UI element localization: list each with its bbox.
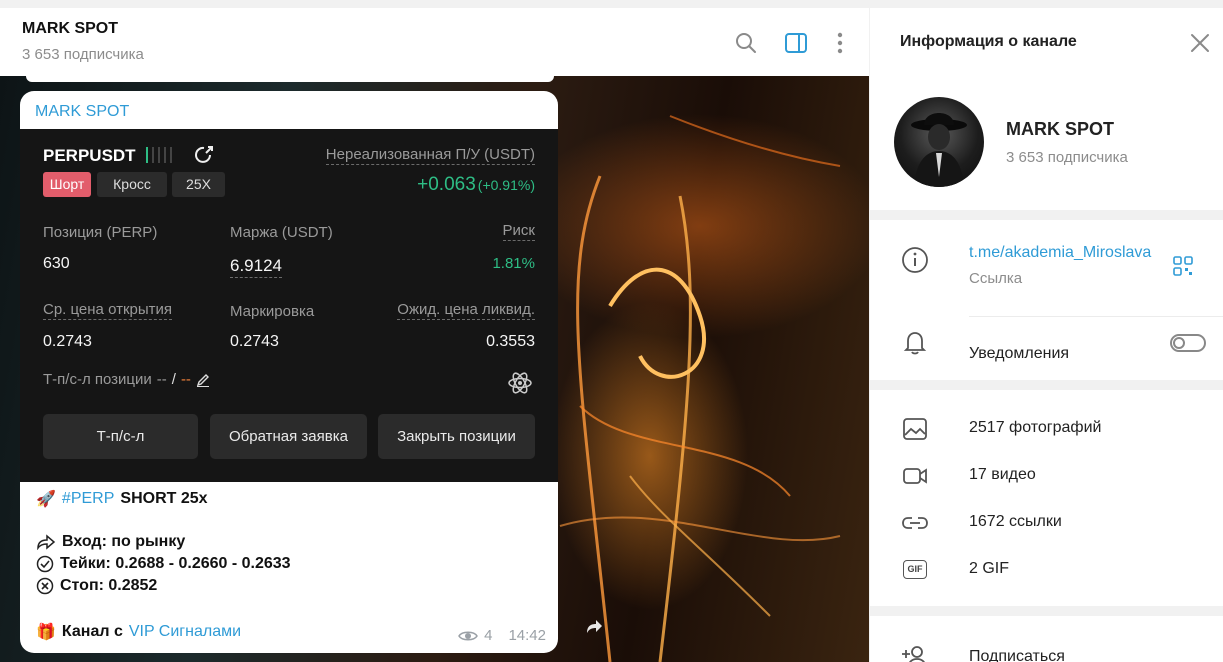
channel-promo-line: 🎁 Канал с VIP Сигналами (36, 622, 241, 642)
view-count: 4 (484, 627, 493, 644)
margin-label: Маржа (USDT) (230, 224, 333, 241)
mark-price-label: Маркировка (230, 303, 315, 320)
takes-line: Тейки: 0.2688 - 0.2660 - 0.2633 (36, 555, 291, 573)
more-vertical-icon[interactable] (827, 30, 853, 56)
tpsl-button[interactable]: Т-п/с-л (43, 414, 198, 459)
forward-icon[interactable] (584, 617, 604, 637)
channel-info-panel: Информация о канале MARK SPOT 3 653 подп… (870, 8, 1223, 662)
stop-line: Стоп: 0.2852 (36, 577, 157, 595)
arrow-right-icon (37, 534, 56, 550)
add-user-icon (902, 646, 926, 662)
atom-icon (508, 372, 532, 394)
subscribe-button[interactable]: Подписаться (969, 648, 1065, 662)
risk-value: 1.81% (492, 255, 535, 272)
mark-price-value: 0.2743 (230, 333, 279, 350)
pnl-value-group: +0.063 (+0.91%) (417, 174, 535, 196)
subscribe-section: Подписаться (870, 616, 1223, 662)
symbol-label: PERPUSDT (43, 146, 136, 165)
margin-mode-badge: Кросс (97, 172, 167, 197)
video-icon (903, 468, 927, 484)
notifications-toggle[interactable] (1170, 334, 1206, 352)
liquidation-price-label: Ожид. цена ликвид. (397, 301, 535, 320)
channel-subscriber-count: 3 653 подписчика (1006, 149, 1128, 166)
tpsl-label: Т-п/с-л позиции (43, 371, 152, 388)
previous-message-bubble-edge (26, 76, 554, 82)
channel-avatar[interactable] (894, 97, 984, 187)
search-icon[interactable] (733, 30, 759, 56)
toggle-knob (1173, 337, 1185, 349)
liquidation-price-value: 0.3553 (486, 333, 535, 350)
link-icon (902, 517, 928, 529)
qr-code-icon[interactable] (1172, 255, 1194, 277)
position-card-image[interactable]: PERPUSDT Нереализованная П/У (USDT) +0.0… (20, 129, 558, 482)
risk-label: Риск (502, 222, 535, 241)
tpsl-row: Т-п/с-л позиции -- / -- (43, 371, 210, 388)
channel-link[interactable]: t.me/akademia_Miroslava (969, 244, 1151, 262)
message-time: 14:42 (508, 627, 546, 644)
stop-text: Стоп: 0.2852 (60, 577, 158, 594)
gif-icon: GIF (903, 560, 927, 579)
bell-icon (903, 332, 927, 355)
position-label: Позиция (PERP) (43, 224, 158, 241)
videos-count[interactable]: 17 видео (969, 466, 1036, 484)
leverage-badge: 25X (172, 172, 225, 197)
side-badge: Шорт (43, 172, 91, 197)
cross-circle-icon (36, 577, 54, 595)
channel-promo-prefix: Канал с (61, 623, 123, 640)
chat-title[interactable]: MARK SPOT (22, 20, 118, 38)
pnl-value: +0.063 (417, 174, 476, 195)
signal-line: 🚀 #PERP SHORT 25x (36, 489, 208, 509)
position-value: 630 (43, 255, 70, 272)
entry-text: Вход: по рынку (62, 533, 186, 550)
check-circle-icon (36, 555, 54, 573)
tpsl-value-stop: -- (180, 371, 191, 388)
light-bulb-filament-image (559, 115, 841, 662)
info-details-section: t.me/akademia_Miroslava Ссылка Уведомлен… (870, 220, 1223, 380)
photos-count[interactable]: 2517 фотографий (969, 419, 1101, 437)
chat-header: MARK SPOT 3 653 подписчика (0, 8, 869, 76)
channel-link-caption: Ссылка (969, 270, 1023, 287)
channel-name: MARK SPOT (1006, 119, 1114, 139)
sidebar-toggle-icon[interactable] (783, 30, 809, 56)
hashtag-link[interactable]: #PERP (62, 490, 114, 508)
message-meta: 4 14:42 (458, 627, 546, 644)
info-header-section: Информация о канале MARK SPOT 3 653 подп… (870, 8, 1223, 210)
gifs-count[interactable]: 2 GIF (969, 560, 1009, 578)
post-author[interactable]: MARK SPOT (35, 103, 129, 121)
rocket-icon: 🚀 (36, 491, 56, 508)
photo-icon (903, 418, 927, 440)
notifications-label: Уведомления (969, 345, 1070, 362)
tpsl-value-take: -- (156, 371, 167, 388)
signal-text: SHORT 25x (120, 490, 208, 507)
reverse-order-button[interactable]: Обратная заявка (210, 414, 367, 459)
signal-bars-icon (146, 147, 172, 163)
gift-icon: 🎁 (36, 624, 56, 641)
entry-price-value: 0.2743 (43, 333, 92, 350)
media-section: 2517 фотографий 17 видео 1672 ссылки GIF… (870, 390, 1223, 606)
hat-figure-image (911, 113, 967, 187)
info-panel-title: Информация о канале (900, 33, 1077, 50)
info-icon (902, 247, 928, 273)
entry-price-label: Ср. цена открытия (43, 301, 173, 320)
divider (969, 316, 1223, 317)
close-position-button[interactable]: Закрыть позиции (378, 414, 535, 459)
close-icon[interactable] (1189, 32, 1211, 54)
chat-subscriber-count: 3 653 подписчика (22, 46, 144, 63)
views-eye-icon (458, 631, 478, 640)
takes-text: Тейки: 0.2688 - 0.2660 - 0.2633 (60, 555, 291, 572)
pnl-percent: (+0.91%) (477, 177, 535, 193)
links-count[interactable]: 1672 ссылки (969, 513, 1062, 531)
margin-value: 6.9124 (230, 256, 282, 278)
edit-pencil-icon (196, 373, 209, 387)
pnl-label: Нереализованная П/У (USDT) (325, 146, 535, 165)
tpsl-separator: / (171, 371, 176, 388)
channel-post[interactable]: MARK SPOT PERPUSDT Нереализованная П/У (… (20, 91, 558, 653)
entry-line: Вход: по рынку (36, 533, 185, 551)
share-icon (195, 146, 213, 163)
vip-signals-link[interactable]: VIP Сигналами (129, 623, 241, 641)
